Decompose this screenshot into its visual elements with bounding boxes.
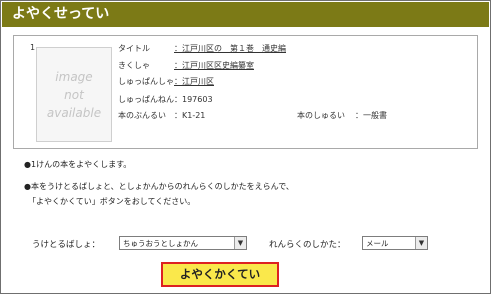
note-line: 「よやくかくてい」ボタンをおしてください。 [28, 197, 196, 206]
chevron-down-icon: ▼ [415, 237, 427, 249]
book-type-value: ：一般書 [355, 111, 387, 120]
publish-year-label: しゅっぱんねん [118, 95, 174, 104]
page-title: よやくせってい [2, 2, 489, 27]
contact-method-value: メール [366, 239, 389, 248]
author-label: きくしゃ [118, 61, 150, 70]
pickup-location-select[interactable]: ちゅうおうとしょかん ▼ [119, 236, 247, 250]
pickup-location-label: うけとるばしょ： [32, 240, 101, 250]
pickup-location-value: ちゅうおうとしょかん [123, 239, 198, 248]
book-detail-panel: 1 image not available タイトル ：江戸川区の 第１巻 通史… [13, 35, 478, 149]
publisher-value-link[interactable]: ：江戸川区 [174, 76, 214, 87]
note-line: ●1けんの本をよやくします。 [24, 160, 132, 169]
contact-method-label: れんらくのしかた： [269, 240, 346, 250]
title-value-link[interactable]: ：江戸川区の 第１巻 通史編 [174, 43, 286, 54]
reservation-settings-window: よやくせってい 1 image not available タイトル ：江戸川区… [0, 0, 491, 294]
publisher-label: しゅっぱんしゃ [118, 77, 174, 86]
book-type-label: 本のしゅるい [297, 111, 345, 120]
contact-method-select[interactable]: メール ▼ [362, 236, 428, 250]
confirm-reservation-button[interactable]: よやくかくてい [161, 262, 279, 287]
author-value-link[interactable]: ：江戸川区区史編纂室 [174, 60, 254, 71]
note-line: ●本をうけとるばしょと、としょかんからのれんらくのしかたをえらんで、 [24, 182, 294, 191]
classification-label: 本のぶんるい [118, 111, 166, 120]
publish-year-value: ：197603 [174, 95, 213, 104]
classification-value: ：K1-21 [174, 111, 206, 120]
book-info: タイトル ：江戸川区の 第１巻 通史編 きくしゃ ：江戸川区区史編纂室 しゅっぱ… [14, 36, 477, 148]
chevron-down-icon: ▼ [234, 237, 246, 249]
title-label: タイトル [118, 44, 150, 53]
